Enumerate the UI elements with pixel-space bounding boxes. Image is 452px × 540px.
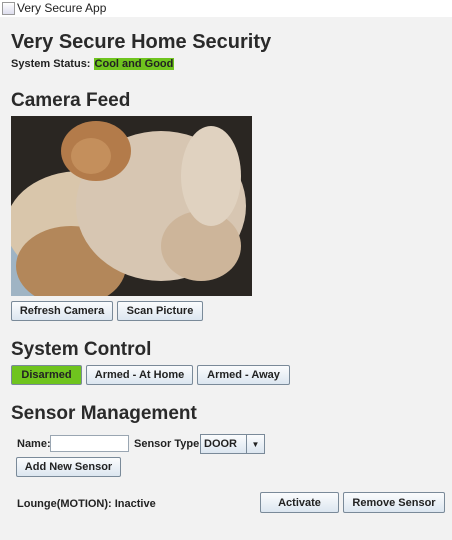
camera-image: [11, 116, 252, 296]
sensor-type-label: Sensor Type:: [134, 438, 203, 450]
sensor-item-text: Lounge(MOTION): Inactive: [17, 498, 156, 510]
armed-away-button[interactable]: Armed - Away: [197, 365, 290, 385]
window-title: Very Secure App: [17, 1, 107, 15]
sensor-name-input[interactable]: [50, 435, 129, 452]
title-bar: Very Secure App: [0, 0, 452, 17]
system-control-heading: System Control: [11, 339, 152, 360]
sensor-type-select[interactable]: DOOR ▼: [200, 434, 265, 454]
java-app-icon: [2, 2, 15, 15]
activate-sensor-button[interactable]: Activate: [260, 492, 339, 513]
scan-picture-button[interactable]: Scan Picture: [117, 301, 203, 321]
status-badge: Cool and Good: [93, 58, 175, 70]
status-label: System Status:: [11, 58, 91, 70]
sensor-management-heading: Sensor Management: [11, 403, 197, 424]
chevron-down-icon[interactable]: ▼: [246, 435, 264, 453]
add-new-sensor-button[interactable]: Add New Sensor: [16, 457, 121, 477]
system-status: System Status: Cool and Good: [11, 58, 175, 70]
armed-at-home-button[interactable]: Armed - At Home: [86, 365, 193, 385]
refresh-camera-button[interactable]: Refresh Camera: [11, 301, 113, 321]
remove-sensor-button[interactable]: Remove Sensor: [343, 492, 445, 513]
page-title: Very Secure Home Security: [11, 31, 272, 53]
name-label: Name:: [17, 438, 51, 450]
sensor-type-value: DOOR: [204, 438, 237, 450]
camera-feed-heading: Camera Feed: [11, 90, 131, 111]
disarmed-button[interactable]: Disarmed: [11, 365, 82, 385]
